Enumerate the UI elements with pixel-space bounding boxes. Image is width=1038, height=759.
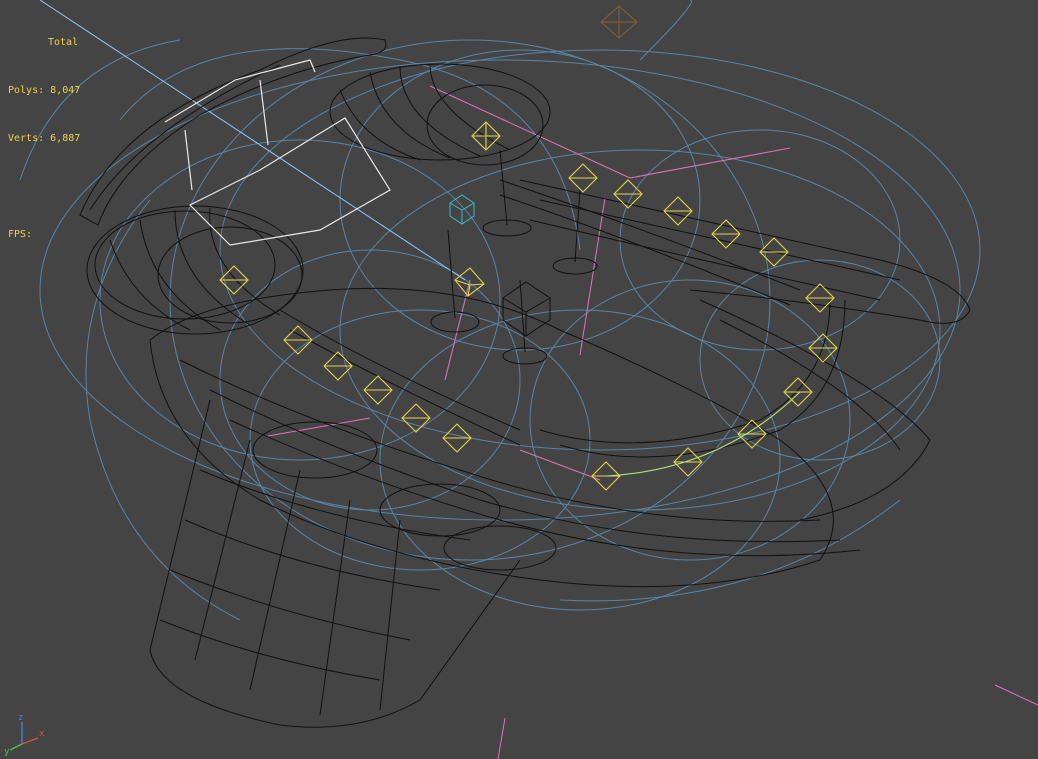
light-icon[interactable] (442, 423, 472, 453)
light-objects[interactable] (219, 121, 838, 491)
viewport-canvas[interactable] (0, 0, 1038, 759)
stats-polys: Polys: 8,047 (8, 83, 80, 99)
helper-cube[interactable] (449, 194, 475, 225)
axis-y-label: y (4, 747, 10, 756)
transform-gizmo[interactable] (600, 5, 638, 39)
light-icon[interactable] (363, 375, 393, 405)
axis-x-label: x (39, 729, 45, 739)
axis-tripod-icon: z x y (4, 713, 45, 756)
light-icon[interactable] (568, 163, 598, 193)
stats-verts: Verts: 6,887 (8, 131, 80, 147)
3d-viewport[interactable]: Total Polys: 8,047 Verts: 6,887 FPS: z x… (0, 0, 1038, 759)
stats-spacer (8, 179, 80, 195)
polys-value: 8,047 (50, 85, 81, 96)
verts-value: 6,887 (50, 133, 81, 144)
light-range-helpers (19, 0, 981, 621)
guide-lines (267, 85, 1038, 759)
camera-target-line (39, 0, 466, 281)
axis-z-label: z (18, 713, 23, 723)
polys-label: Polys: (8, 85, 45, 96)
verts-label: Verts: (8, 133, 45, 144)
light-icon[interactable] (471, 121, 501, 151)
viewport-statistics: Total Polys: 8,047 Verts: 6,887 FPS: (8, 3, 80, 275)
light-icon[interactable] (663, 196, 693, 226)
light-icon[interactable] (219, 265, 249, 295)
light-icon[interactable] (783, 377, 813, 407)
selection-brackets (164, 59, 391, 246)
stats-total-label: Total (48, 37, 79, 48)
wireframe-model (79, 37, 971, 728)
light-icon[interactable] (759, 237, 789, 267)
stats-fps-label: FPS: (8, 229, 33, 240)
